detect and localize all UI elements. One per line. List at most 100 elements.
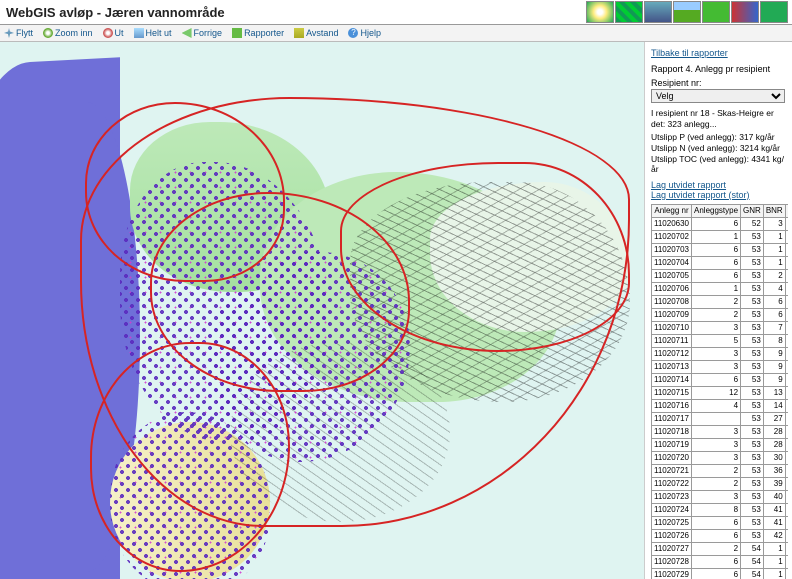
table-cell: 11020714 (652, 373, 692, 386)
tool-zoom-in[interactable]: Zoom inn (43, 28, 93, 38)
table-cell: 53 (741, 308, 764, 321)
tool-reports[interactable]: Rapporter (232, 28, 284, 38)
table-cell: 1 (763, 243, 785, 256)
table-cell: 2 (692, 542, 741, 555)
table-row[interactable]: 1102070565320.4 (652, 269, 789, 282)
theme-thumb-4[interactable] (673, 1, 701, 23)
table-row[interactable]: 11020726653420.4 (652, 529, 789, 542)
recipient-select[interactable]: Velg (651, 89, 785, 103)
tool-help[interactable]: ?Hjelp (348, 28, 381, 38)
table-cell: 0.4 (785, 256, 788, 269)
table-row[interactable]: 1102071335391.5 (652, 360, 789, 373)
table-row[interactable]: 11020724853411.6 (652, 503, 789, 516)
table-row[interactable]: 1102070215311.6 (652, 230, 789, 243)
table-cell: 11020713 (652, 360, 692, 373)
distance-icon (294, 28, 304, 38)
tool-previous[interactable]: Forrige (182, 28, 223, 38)
table-row[interactable]: 1102072965410.4 (652, 568, 789, 579)
table-cell: 11020722 (652, 477, 692, 490)
table-row[interactable]: 11020719353281.5 (652, 438, 789, 451)
theme-thumb-6[interactable] (731, 1, 759, 23)
map-canvas[interactable] (0, 42, 644, 579)
table-row[interactable]: 1102070615341.6 (652, 282, 789, 295)
table-cell: 11020704 (652, 256, 692, 269)
table-row[interactable]: 11020722253391.5 (652, 477, 789, 490)
table-cell: 1.5 (785, 451, 788, 464)
table-row[interactable]: 110207151253130.1 (652, 386, 789, 399)
table-row[interactable]: 1102070925361.5 (652, 308, 789, 321)
tool-distance[interactable]: Avstand (294, 28, 338, 38)
theme-thumb-1[interactable] (586, 1, 614, 23)
table-row[interactable]: 1102070825361.5 (652, 295, 789, 308)
table-cell: 53 (741, 373, 764, 386)
table-row[interactable]: 11020716453140.4 (652, 399, 789, 412)
col-header[interactable]: Anlegg nr (652, 204, 692, 217)
table-cell: 4 (692, 399, 741, 412)
table-row[interactable]: 1102071155381.2 (652, 334, 789, 347)
theme-thumb-5[interactable] (702, 1, 730, 23)
table-cell: 11020706 (652, 282, 692, 295)
table-cell: 53 (741, 282, 764, 295)
table-row[interactable]: 11020725653410.4 (652, 516, 789, 529)
table-row[interactable]: 1102071235391.5 (652, 347, 789, 360)
extended-report-large-link[interactable]: Lag utvidet rapport (stor) (651, 190, 788, 200)
theme-thumb-2[interactable] (615, 1, 643, 23)
tool-zoom-out[interactable]: Ut (103, 28, 124, 38)
table-cell: 6 (692, 256, 741, 269)
table-cell: 3 (692, 425, 741, 438)
table-cell: 39 (763, 477, 785, 490)
report-title: Rapport 4. Anlegg pr resipient (651, 64, 788, 74)
table-row[interactable]: 1102072865410.8 (652, 555, 789, 568)
col-header[interactable]: BNR (763, 204, 785, 217)
table-cell: 54 (741, 555, 764, 568)
table-row[interactable]: 1102072725411.5 (652, 542, 789, 555)
tool-full-extent[interactable]: Helt ut (134, 28, 172, 38)
col-header[interactable]: GNR (741, 204, 764, 217)
table-cell: 2 (763, 269, 785, 282)
table-row[interactable]: 11020721253361.5 (652, 464, 789, 477)
reports-icon (232, 28, 242, 38)
table-cell: 53 (741, 295, 764, 308)
table-cell: 1.5 (785, 360, 788, 373)
table-cell: 8 (692, 503, 741, 516)
table-row[interactable]: 11020720353301.5 (652, 451, 789, 464)
table-cell: 2 (692, 464, 741, 477)
table-cell: 53 (741, 321, 764, 334)
table-row[interactable]: 1102071035371.5 (652, 321, 789, 334)
tool-move[interactable]: Flytt (4, 28, 33, 38)
theme-thumb-3[interactable] (644, 1, 672, 23)
table-cell: 1.5 (785, 308, 788, 321)
toc-line: Utslipp TOC (ved anlegg): 4341 kg/år (651, 154, 788, 175)
table-cell: 11020719 (652, 438, 692, 451)
table-cell: 0.4 (785, 399, 788, 412)
table-cell: 28 (763, 438, 785, 451)
table-cell: 0.8 (785, 555, 788, 568)
p-line: Utslipp P (ved anlegg): 317 kg/år (651, 132, 788, 143)
col-header[interactable]: P utslipp (785, 204, 788, 217)
previous-icon (182, 28, 192, 38)
table-cell: 5 (692, 334, 741, 347)
table-cell: 6 (763, 308, 785, 321)
table-cell: 53 (741, 360, 764, 373)
table-cell: 52 (741, 217, 764, 230)
col-header[interactable]: Anleggstype (692, 204, 741, 217)
table-cell: 1.5 (785, 295, 788, 308)
table-row[interactable]: 11020718353281.5 (652, 425, 789, 438)
table-cell: 0.4 (785, 269, 788, 282)
table-cell: 36 (763, 464, 785, 477)
table-cell: 3 (692, 321, 741, 334)
extended-report-link[interactable]: Lag utvidet rapport (651, 180, 788, 190)
table-row[interactable]: 1102063065230.4 (652, 217, 789, 230)
table-cell: 54 (741, 542, 764, 555)
table-row[interactable]: 1102071465390.4 (652, 373, 789, 386)
table-cell: 12 (692, 386, 741, 399)
back-to-reports-link[interactable]: Tilbake til rapporter (651, 48, 788, 58)
table-row[interactable]: 1102070365310.4 (652, 243, 789, 256)
table-cell: 53 (741, 464, 764, 477)
table-row[interactable]: 11020723353401.5 (652, 490, 789, 503)
table-cell: 1.5 (785, 490, 788, 503)
table-cell: 11020703 (652, 243, 692, 256)
table-row[interactable]: 1102071753270 (652, 412, 789, 425)
theme-thumb-7[interactable] (760, 1, 788, 23)
table-row[interactable]: 1102070465310.4 (652, 256, 789, 269)
